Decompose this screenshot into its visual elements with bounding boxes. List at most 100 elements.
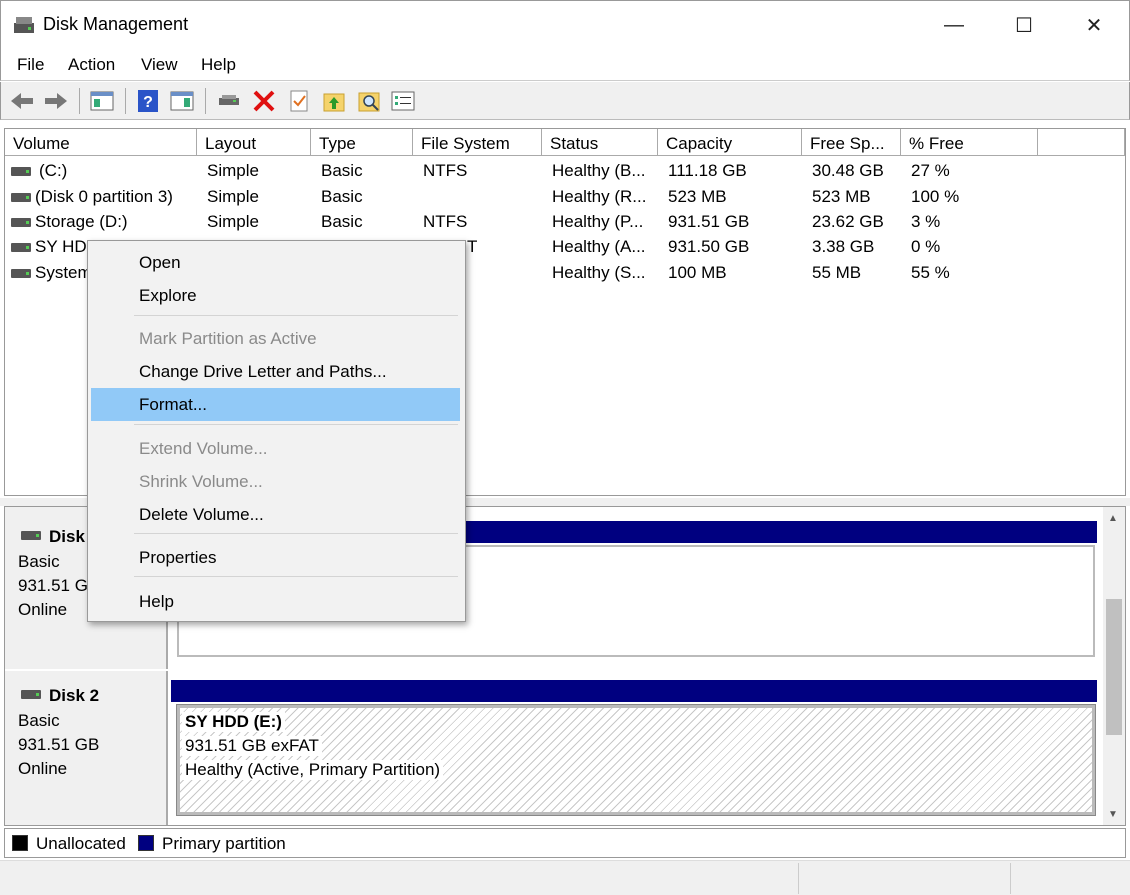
disk-status: Online <box>18 759 68 778</box>
column-header-layout[interactable]: Layout <box>197 129 311 156</box>
cell-capacity: 931.51 GB <box>668 212 750 231</box>
menu-item-mark-active: Mark Partition as Active <box>139 329 317 348</box>
cell-volume: SY HD <box>35 237 87 256</box>
cell-capacity: 523 MB <box>668 187 727 206</box>
menu-item-help[interactable]: Help <box>91 585 460 618</box>
action-pane-icon[interactable] <box>169 88 195 114</box>
scroll-thumb[interactable] <box>1106 599 1122 735</box>
cell-status: Healthy (P... <box>552 212 644 231</box>
close-icon: ✕ <box>1085 14 1103 37</box>
properties-check-icon[interactable] <box>286 88 312 114</box>
partition-detail: 931.51 GB exFAT <box>182 736 322 756</box>
table-row[interactable]: (Disk 0 partition 3) Simple Basic Health… <box>5 185 1125 210</box>
toolbar-separator <box>79 88 80 114</box>
table-row[interactable]: Storage (D:) Simple Basic NTFS Healthy (… <box>5 210 1125 235</box>
legend-label-unallocated: Unallocated <box>36 834 126 853</box>
console-tree-icon[interactable] <box>89 88 115 114</box>
disk-row[interactable]: Disk 2 Basic 931.51 GB Online SY HDD (E:… <box>5 671 1103 825</box>
disk-icon <box>21 531 41 540</box>
toolbar-separator <box>125 88 126 114</box>
menu-item-open[interactable]: Open <box>91 246 460 279</box>
disk-title: Disk 2 <box>49 686 100 705</box>
menu-item-format[interactable]: Format... <box>91 388 460 421</box>
up-folder-icon[interactable] <box>321 88 347 114</box>
connect-drive-icon[interactable] <box>216 88 242 114</box>
column-header-percent-free[interactable]: % Free <box>901 129 1038 156</box>
column-header-blank <box>1038 129 1125 156</box>
help-icon[interactable]: ? <box>135 88 161 114</box>
disk-size: 931.51 GB <box>18 735 100 754</box>
cell-free-space: 55 MB <box>812 263 862 282</box>
svg-text:?: ? <box>143 94 153 111</box>
delete-icon[interactable] <box>251 88 277 114</box>
cell-layout: Simple <box>207 161 259 180</box>
scroll-down-icon[interactable]: ▼ <box>1108 809 1118 820</box>
disk-type: Basic <box>18 552 60 571</box>
disk-management-app-icon <box>14 17 34 33</box>
menu-item-delete-volume[interactable]: Delete Volume... <box>91 498 460 531</box>
menu-view[interactable]: View <box>141 55 178 75</box>
cell-capacity: 111.18 GB <box>668 161 747 180</box>
menu-separator <box>134 533 458 534</box>
disk-icon <box>11 218 31 227</box>
legend: Unallocated Primary partition <box>4 828 1126 858</box>
menu-help[interactable]: Help <box>201 55 236 75</box>
legend-swatch-primary <box>138 835 154 851</box>
column-header-type[interactable]: Type <box>311 129 413 156</box>
column-header-status[interactable]: Status <box>542 129 658 156</box>
column-header-capacity[interactable]: Capacity <box>658 129 802 156</box>
cell-layout: Simple <box>207 212 259 231</box>
table-row[interactable]: (C:) Simple Basic NTFS Healthy (B... 111… <box>5 159 1125 184</box>
title-bar: Disk Management — ☐ ✕ <box>0 0 1130 48</box>
menu-item-change-drive-letter[interactable]: Change Drive Letter and Paths... <box>91 355 460 388</box>
menu-item-explore[interactable]: Explore <box>91 279 460 312</box>
disk-icon <box>21 690 41 699</box>
column-header-file-system[interactable]: File System <box>413 129 542 156</box>
cell-free-space: 523 MB <box>812 187 871 206</box>
menu-file[interactable]: File <box>17 55 44 75</box>
context-menu: Open Explore Mark Partition as Active Ch… <box>87 240 466 622</box>
disk-icon <box>11 269 31 278</box>
disk-status: Online <box>18 600 68 619</box>
close-button[interactable]: ✕ <box>1059 1 1129 49</box>
partition-text-group: SY HDD (E:) 931.51 GB exFAT Healthy (Act… <box>182 712 444 780</box>
menu-separator <box>134 576 458 577</box>
menu-item-properties[interactable]: Properties <box>91 541 460 574</box>
disk-icon <box>11 193 31 202</box>
minimize-icon: — <box>944 13 964 36</box>
disk-title: Disk <box>49 527 85 546</box>
window-title: Disk Management <box>43 14 189 34</box>
legend-label-primary: Primary partition <box>162 834 286 853</box>
cell-status: Healthy (A... <box>552 237 646 256</box>
cell-status: Healthy (R... <box>552 187 647 206</box>
menu-action[interactable]: Action <box>68 55 115 75</box>
partition-health: Healthy (Active, Primary Partition) <box>182 760 444 780</box>
back-arrow-icon[interactable] <box>9 88 35 114</box>
disk-icon <box>11 167 31 176</box>
cell-file-system: NTFS <box>423 212 468 231</box>
forward-arrow-icon[interactable] <box>43 88 69 114</box>
menu-separator <box>134 315 458 316</box>
menu-item-extend-volume: Extend Volume... <box>139 439 268 458</box>
column-header-volume[interactable]: Volume <box>5 129 197 156</box>
cell-type: Basic <box>321 212 363 231</box>
cell-percent-free: 100 % <box>911 187 960 206</box>
list-view-icon[interactable] <box>390 88 416 114</box>
maximize-icon: ☐ <box>1015 14 1033 37</box>
cell-volume: (C:) <box>39 161 68 180</box>
partition-block-e[interactable]: SY HDD (E:) 931.51 GB exFAT Healthy (Act… <box>176 704 1096 816</box>
disk-label[interactable]: Disk 2 Basic 931.51 GB Online <box>5 671 168 825</box>
vertical-scrollbar[interactable]: ▲ ▼ <box>1103 507 1125 825</box>
cell-type: Basic <box>321 161 363 180</box>
minimize-button[interactable]: — <box>919 1 989 49</box>
disk-icon <box>11 243 31 252</box>
maximize-button[interactable]: ☐ <box>989 1 1059 49</box>
cell-percent-free: 55 % <box>911 263 950 282</box>
column-header-free-space[interactable]: Free Sp... <box>802 129 901 156</box>
cell-volume: System <box>35 263 92 282</box>
cell-percent-free: 27 % <box>911 161 950 180</box>
cell-volume: (Disk 0 partition 3) <box>35 187 173 206</box>
scroll-up-icon[interactable]: ▲ <box>1108 513 1118 524</box>
search-folder-icon[interactable] <box>356 88 382 114</box>
toolbar: ? <box>0 82 1130 120</box>
